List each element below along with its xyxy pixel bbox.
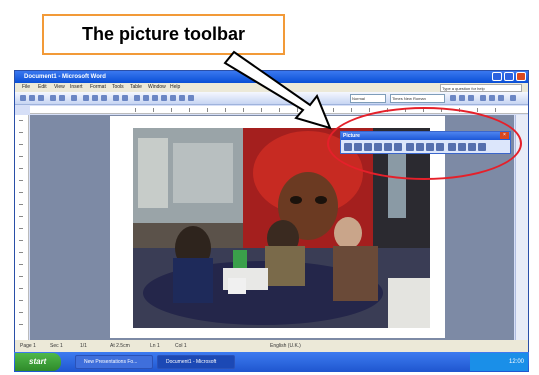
taskbar-item-presentation[interactable]: New Presentations Fo... xyxy=(75,355,153,369)
status-at: At 2.5cm xyxy=(110,343,130,349)
status-col: Col 1 xyxy=(175,343,187,349)
start-button[interactable]: start xyxy=(15,353,61,371)
callout-arrow xyxy=(223,50,332,130)
status-language: English (U.K.) xyxy=(270,343,301,349)
clock: 12:00 xyxy=(508,359,524,365)
status-pos: 1/1 xyxy=(80,343,87,349)
system-tray: 12:00 xyxy=(470,353,528,371)
taskbar-item-document[interactable]: Document1 - Microsoft xyxy=(157,355,235,369)
status-page: Page 1 xyxy=(20,343,36,349)
status-section: Sec 1 xyxy=(50,343,63,349)
status-line: Ln 1 xyxy=(150,343,160,349)
